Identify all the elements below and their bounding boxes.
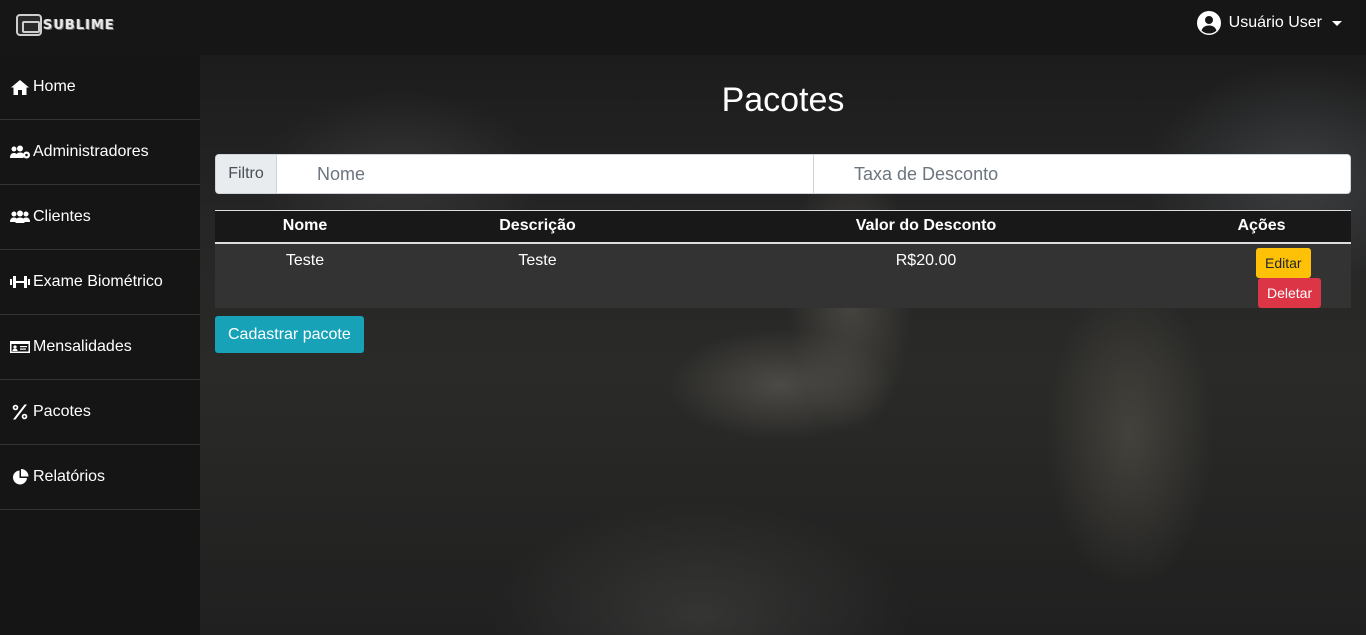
dumbbell-icon — [10, 274, 30, 290]
brand-name: SUBLIME — [43, 17, 115, 33]
filter-bar: Filtro — [215, 154, 1351, 194]
cell-descricao: Teste — [518, 251, 557, 269]
sidebar-item-label: Relatórios — [33, 468, 106, 485]
sidebar-item-label: Administradores — [33, 143, 149, 160]
pie-chart-icon — [10, 468, 30, 485]
logo-icon — [16, 14, 42, 36]
table-header-row: Nome Descrição Valor do Desconto Ações — [215, 210, 1351, 243]
column-header-nome: Nome — [282, 217, 328, 235]
sidebar-item-label: Home — [33, 78, 76, 95]
sidebar-item-label: Clientes — [33, 208, 91, 225]
users-cog-icon — [10, 144, 30, 160]
sidebar-item-label: Mensalidades — [33, 338, 132, 355]
delete-button[interactable]: Deletar — [1258, 277, 1322, 308]
name-filter-input[interactable] — [277, 155, 813, 193]
sidebar-item-label: Pacotes — [33, 403, 91, 420]
sidebar-item-pacotes[interactable]: Pacotes — [0, 380, 200, 445]
column-header-valor-desconto: Valor do Desconto — [855, 217, 997, 235]
user-circle-icon — [1196, 11, 1221, 35]
sidebar-item-relatorios[interactable]: Relatórios — [0, 445, 200, 510]
cell-acoes: EditarDeletar — [1172, 243, 1351, 308]
packages-table: Nome Descrição Valor do Desconto Ações T… — [215, 210, 1351, 308]
sidebar-item-administradores[interactable]: Administradores — [0, 120, 200, 185]
sidebar-item-clientes[interactable]: Clientes — [0, 185, 200, 250]
column-header-descricao: Descrição — [499, 217, 576, 235]
sidebar-item-mensalidades[interactable]: Mensalidades — [0, 315, 200, 380]
filter-label: Filtro — [216, 155, 277, 193]
top-navbar: SUBLIME Usuário User — [0, 0, 1366, 55]
percent-icon — [10, 404, 30, 420]
cell-nome: Teste — [285, 251, 325, 269]
column-header-acoes: Ações — [1237, 217, 1286, 235]
main-content: Pacotes Filtro Nome Descrição Valor do D… — [200, 55, 1366, 635]
sidebar-item-home[interactable]: Home — [0, 55, 200, 120]
user-dropdown[interactable]: Usuário User — [1196, 11, 1342, 35]
user-name: Usuário User — [1228, 14, 1322, 31]
table-row: Teste Teste R$20.00 EditarDeletar — [215, 242, 1351, 308]
sidebar-item-exame-biometrico[interactable]: Exame Biométrico — [0, 250, 200, 315]
brand-logo[interactable]: SUBLIME — [16, 14, 115, 36]
page-title: Pacotes — [721, 81, 845, 119]
home-icon — [10, 79, 30, 95]
create-package-button[interactable]: Cadastrar pacote — [215, 316, 364, 353]
discount-filter-input[interactable] — [813, 155, 1350, 193]
edit-button[interactable]: Editar — [1256, 247, 1311, 278]
users-icon — [10, 209, 30, 225]
sidebar-item-label: Exame Biométrico — [33, 273, 163, 290]
cell-valor-desconto: R$20.00 — [895, 251, 957, 269]
chevron-down-icon — [1332, 20, 1342, 26]
sidebar: Home Administradores Clientes Exame Biom… — [0, 55, 200, 635]
id-card-icon — [10, 339, 30, 355]
